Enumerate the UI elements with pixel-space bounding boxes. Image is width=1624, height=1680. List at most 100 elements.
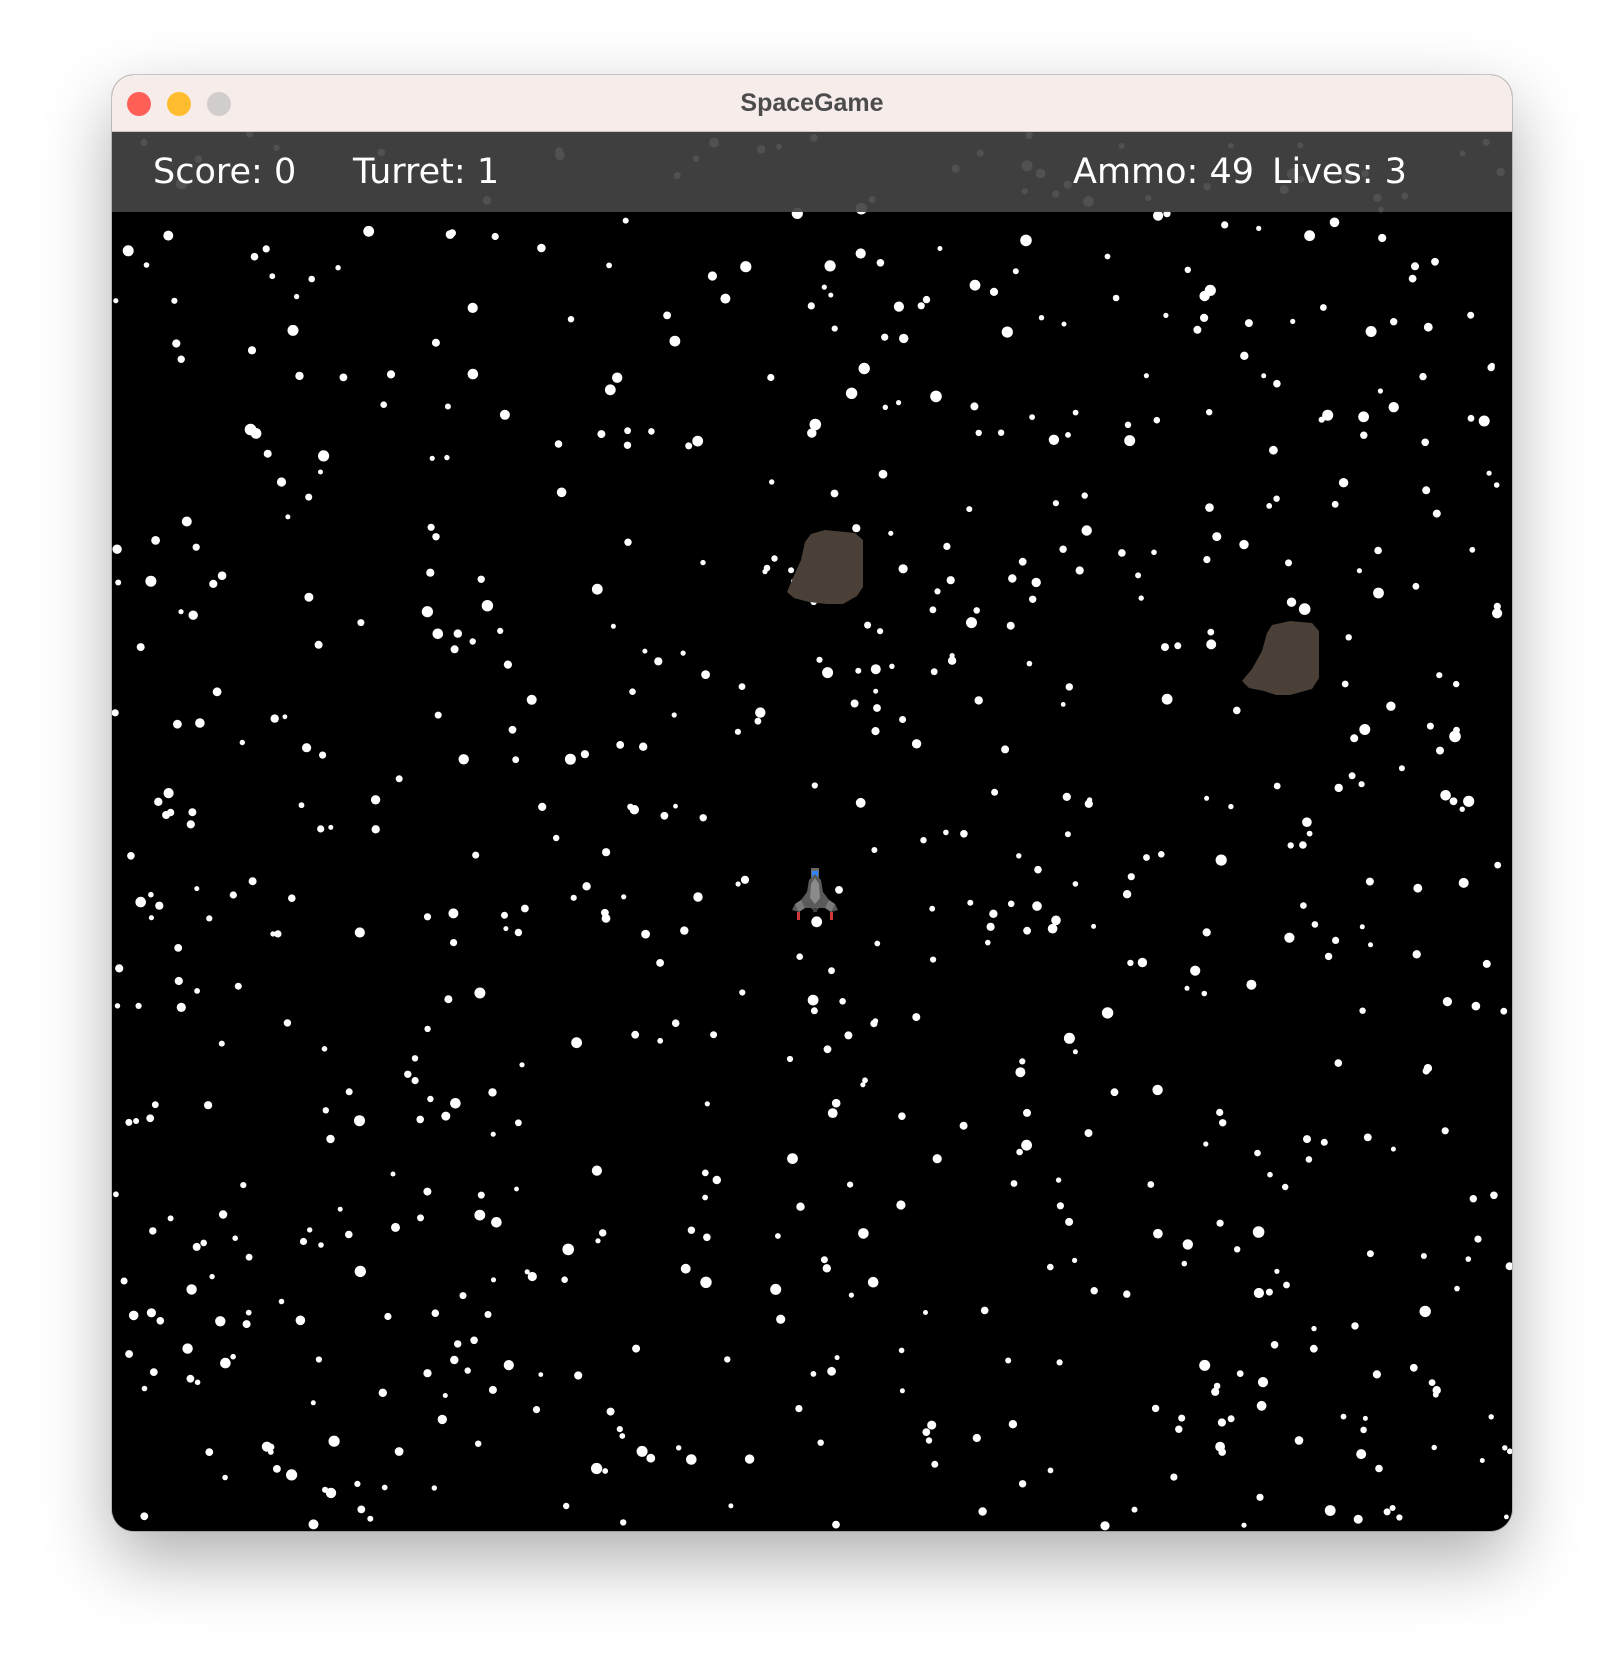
star [318,450,330,462]
star [537,243,546,253]
star [318,1242,324,1248]
star [1211,1387,1220,1396]
star [140,1512,149,1521]
star [556,487,567,498]
star [404,1070,412,1078]
star [867,1276,879,1288]
star [1431,1444,1437,1451]
star [1408,274,1417,283]
star [937,246,943,251]
star [1212,532,1222,542]
star [434,711,442,719]
star [1047,1263,1054,1271]
star [1298,603,1311,615]
star [686,1454,697,1465]
star [1018,1480,1027,1488]
star [1303,1135,1311,1144]
star [1311,1325,1317,1332]
star [616,1426,623,1433]
star [230,1353,236,1360]
star [384,1312,392,1321]
star [646,1453,656,1463]
star [604,384,616,396]
star [154,797,163,806]
star [680,1263,691,1274]
star [636,1445,648,1457]
star [1081,525,1092,536]
star [1419,372,1427,381]
star [1458,877,1469,888]
star [1390,1146,1396,1152]
star [1365,877,1374,886]
star [1290,318,1296,324]
star [873,688,879,694]
star [1486,470,1492,476]
star [194,1379,201,1386]
star [872,1018,879,1024]
star [740,261,752,273]
star [445,230,455,239]
star [874,940,881,947]
star [822,667,834,679]
star [881,333,889,341]
star [809,418,822,431]
star [363,225,375,237]
star [305,493,313,501]
star [1261,373,1267,379]
star [512,756,520,764]
star [1182,1239,1194,1250]
star [850,699,859,708]
star [276,477,287,487]
star [680,650,686,656]
star [1256,1400,1267,1411]
star [1215,1441,1225,1452]
star [574,1371,583,1380]
star [972,1433,981,1443]
game-canvas[interactable]: Score: 0 Turret: 1 Ammo: 49 Lives: 3 [112,132,1512,1531]
star [1193,325,1202,334]
star [1320,1138,1328,1146]
star [194,988,200,994]
star [1441,1127,1449,1135]
star [497,627,504,634]
star [561,1276,568,1283]
star [582,882,591,891]
star [1413,883,1423,893]
star [263,449,272,458]
star [514,1186,519,1192]
star [1005,1357,1012,1364]
star [899,333,909,344]
star [1006,621,1015,630]
star [481,600,494,612]
star [247,346,257,355]
star [1345,634,1352,641]
star [927,1420,937,1430]
star [345,1088,353,1096]
star [893,301,905,312]
star [1422,486,1431,495]
star [1465,1256,1472,1262]
star [206,915,213,922]
star [240,1182,247,1189]
star [949,653,955,659]
star [1269,445,1278,455]
star [1356,1449,1367,1460]
star [822,1264,831,1273]
star [687,1226,696,1234]
star [469,638,476,645]
star [1294,1436,1304,1445]
star [1304,230,1315,242]
spaceship-icon[interactable] [789,864,841,924]
star [639,742,648,751]
star [1228,803,1234,810]
star [657,1037,664,1044]
star [218,1210,228,1219]
star [1001,745,1010,754]
star [629,688,636,695]
star [1286,597,1297,607]
star [1060,702,1066,707]
star [293,293,300,300]
star [174,944,183,952]
star [431,1309,440,1317]
star [195,718,205,728]
